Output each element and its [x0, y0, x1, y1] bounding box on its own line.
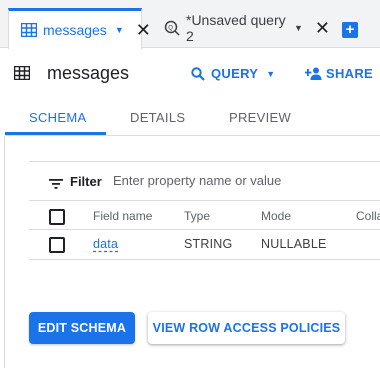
field-type: STRING	[184, 237, 233, 251]
view-row-access-policies-button[interactable]: VIEW ROW ACCESS POLICIES	[148, 312, 345, 344]
select-all-checkbox[interactable]	[49, 209, 65, 225]
field-name-link[interactable]: data	[93, 237, 118, 251]
query-button[interactable]: QUERY ▼	[191, 66, 275, 81]
filter-label: Filter	[70, 174, 102, 189]
tab-messages-label: messages	[43, 22, 107, 38]
chevron-down-icon: ▼	[266, 68, 276, 79]
edit-schema-button[interactable]: EDIT SCHEMA	[29, 312, 135, 344]
tab-menu-caret-icon[interactable]: ▼	[294, 23, 303, 33]
close-tab-icon[interactable]: ✕	[136, 21, 151, 39]
column-header-type[interactable]: Type	[184, 209, 210, 223]
add-person-icon	[305, 67, 322, 80]
tab-schema[interactable]: SCHEMA	[29, 110, 86, 125]
editor-tab-bar: messages ▼ ✕ Q *Unsaved query 2 ▼ ✕ +	[0, 0, 380, 49]
table-icon	[21, 23, 37, 37]
tab-messages[interactable]: messages ▼ ✕	[8, 8, 151, 49]
share-button-label: SHARE	[326, 66, 374, 81]
share-button[interactable]: SHARE	[305, 66, 373, 81]
column-header-mode[interactable]: Mode	[261, 209, 291, 223]
schema-table-header: Field name Type Mode Colla	[29, 201, 380, 230]
tab-menu-caret-icon[interactable]: ▼	[115, 25, 124, 35]
filter-icon	[49, 176, 63, 194]
svg-text:Q: Q	[168, 26, 173, 32]
search-icon	[191, 66, 205, 81]
close-tab-icon[interactable]: ✕	[315, 19, 330, 37]
filter-input[interactable]	[113, 173, 373, 188]
tab-details[interactable]: DETAILS	[130, 110, 185, 125]
table-row: data STRING NULLABLE	[29, 230, 380, 260]
row-checkbox[interactable]	[49, 237, 65, 253]
add-tab-icon[interactable]: +	[342, 22, 358, 38]
schema-filter-bar: Filter	[29, 161, 380, 201]
panel-divider	[4, 136, 5, 368]
tab-unsaved-query[interactable]: Q *Unsaved query 2 ▼ ✕	[152, 8, 330, 48]
detail-tabs: SCHEMA DETAILS PREVIEW	[5, 100, 380, 136]
page-title: messages	[47, 63, 130, 83]
active-tab-indicator	[5, 132, 106, 135]
tab-preview[interactable]: PREVIEW	[229, 110, 291, 125]
column-header-field-name[interactable]: Field name	[93, 209, 152, 223]
table-icon	[13, 65, 31, 85]
query-icon: Q	[164, 20, 180, 36]
query-button-label: QUERY	[211, 66, 259, 81]
column-header-collation[interactable]: Colla	[356, 209, 380, 223]
tab-unsaved-query-label: *Unsaved query 2	[186, 12, 286, 44]
resource-header: messages QUERY ▼ SHARE	[0, 49, 380, 99]
field-mode: NULLABLE	[261, 237, 327, 251]
